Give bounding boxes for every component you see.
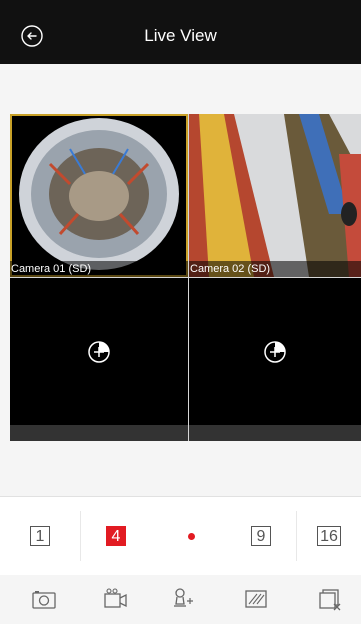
video-record-icon[interactable] — [102, 586, 128, 612]
layout-4-label: 4 — [106, 526, 126, 546]
layout-1-button[interactable]: 1 — [0, 497, 80, 575]
cell-status-bar — [189, 425, 361, 441]
layout-16-label: 16 — [317, 526, 341, 546]
layout-9-button[interactable]: 9 — [231, 497, 291, 575]
add-circle-icon[interactable] — [263, 340, 287, 364]
fisheye-video-feed — [10, 114, 188, 277]
video-cell-camera-01[interactable]: Camera 01 (SD) — [10, 114, 188, 277]
page-title: Live View — [144, 26, 217, 45]
video-cell-empty[interactable] — [189, 278, 361, 441]
cell-status-bar — [10, 425, 188, 441]
aisle-video-feed — [189, 114, 361, 277]
layout-9-label: 9 — [251, 526, 271, 546]
layout-1-label: 1 — [30, 526, 50, 546]
video-cell-empty[interactable] — [10, 278, 188, 441]
top-spacer — [0, 64, 361, 114]
image-quality-icon[interactable] — [243, 586, 269, 612]
video-cell-camera-02[interactable]: Camera 02 (SD) — [189, 114, 361, 277]
layout-bar: 1 4 9 16 — [0, 496, 361, 576]
camera-icon[interactable] — [31, 586, 57, 612]
bottom-toolbar — [0, 575, 361, 624]
ptz-icon[interactable] — [170, 586, 196, 612]
top-bar: Live View — [0, 0, 361, 64]
camera-label: Camera 02 (SD) — [189, 261, 361, 277]
layout-4-button[interactable]: 4 — [81, 497, 151, 575]
record-indicator[interactable] — [151, 497, 231, 575]
record-dot-icon — [187, 532, 195, 540]
camera-label: Camera 01 (SD) — [10, 261, 188, 277]
close-all-icon[interactable] — [318, 586, 344, 612]
bottom-spacer — [0, 441, 361, 496]
layout-16-button[interactable]: 16 — [297, 497, 361, 575]
add-circle-icon[interactable] — [87, 340, 111, 364]
video-grid: Camera 01 (SD) Camera 02 (SD) — [10, 114, 361, 441]
